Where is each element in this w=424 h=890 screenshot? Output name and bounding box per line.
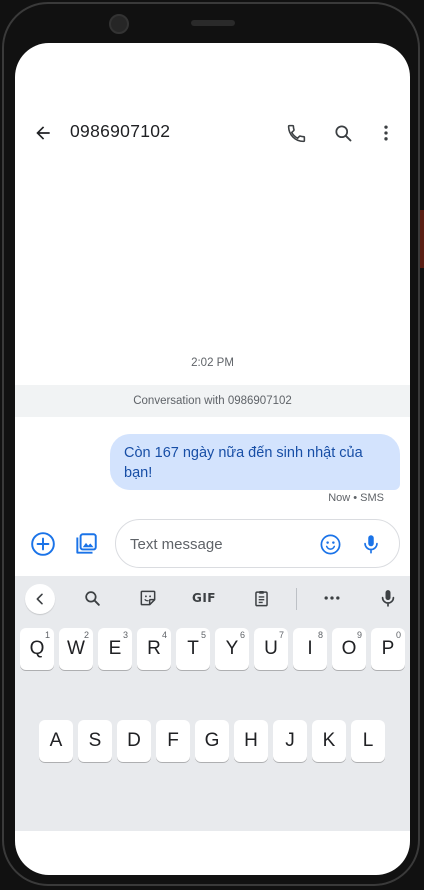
- gallery-icon: [76, 533, 97, 554]
- on-screen-keyboard: GIF Q1 W2 E3 R4 T5 Y6 U7 I8 O 9 P 0 A S …: [15, 576, 410, 831]
- search-button[interactable]: [323, 113, 363, 153]
- key-hint: 8: [317, 630, 323, 640]
- key-q[interactable]: Q1: [20, 628, 54, 670]
- key-l[interactable]: L: [351, 720, 385, 762]
- key-hint: 7: [278, 630, 284, 640]
- key-label: L: [362, 730, 374, 751]
- key-d[interactable]: D: [117, 720, 151, 762]
- toolbar-divider: [296, 588, 297, 610]
- key-k[interactable]: K: [312, 720, 346, 762]
- key-hint: 1: [44, 630, 50, 640]
- key-f[interactable]: F: [156, 720, 190, 762]
- key-j[interactable]: J: [273, 720, 307, 762]
- key-y[interactable]: Y6: [215, 628, 249, 670]
- key-label: A: [49, 730, 63, 751]
- side-button: [420, 210, 424, 268]
- message-bubble[interactable]: Còn 167 ngày nữa đến sinh nhật của bạn!: [110, 434, 400, 490]
- clipboard-icon: [254, 590, 268, 606]
- more-horiz-icon: [324, 596, 340, 600]
- attach-button[interactable]: [27, 528, 59, 560]
- key-label: P: [381, 638, 395, 659]
- keyboard-more-button[interactable]: [317, 584, 347, 612]
- phone-frame: 0986907102 2:02 PM Conversation with 098…: [0, 0, 424, 890]
- gallery-button[interactable]: [70, 528, 102, 560]
- key-label: T: [187, 638, 199, 659]
- screen: 0986907102 2:02 PM Conversation with 098…: [15, 43, 410, 875]
- key-label: S: [88, 730, 102, 751]
- conversation-banner-text: Conversation with 0986907102: [133, 395, 292, 407]
- key-r[interactable]: R4: [137, 628, 171, 670]
- key-hint: 5: [200, 630, 206, 640]
- key-hint: 9: [356, 630, 362, 640]
- keyboard-search-button[interactable]: [77, 584, 107, 612]
- search-icon: [84, 590, 100, 606]
- voice-input-button[interactable]: [356, 529, 386, 559]
- chevron-left-icon: [36, 593, 43, 605]
- key-hint: 3: [122, 630, 128, 640]
- key-hint: 0: [395, 630, 401, 640]
- key-s[interactable]: S: [78, 720, 112, 762]
- sticker-button[interactable]: [133, 584, 163, 612]
- phone-icon: [287, 124, 305, 142]
- key-e[interactable]: E3: [98, 628, 132, 670]
- key-h[interactable]: H: [234, 720, 268, 762]
- sticker-icon: [140, 590, 156, 606]
- back-button[interactable]: [23, 113, 63, 153]
- keyboard-toolbar: GIF: [15, 576, 410, 620]
- more-vert-icon: [384, 125, 388, 141]
- key-hint: 6: [239, 630, 245, 640]
- keyboard-back-button[interactable]: [25, 584, 55, 614]
- earpiece-speaker: [191, 20, 235, 26]
- search-icon: [334, 124, 351, 141]
- microphone-icon: [364, 535, 378, 554]
- key-a[interactable]: A: [39, 720, 73, 762]
- key-i[interactable]: I8: [293, 628, 327, 670]
- clipboard-button[interactable]: [246, 584, 276, 612]
- app-bar: 0986907102: [15, 113, 410, 153]
- key-o[interactable]: O9: [332, 628, 366, 670]
- key-label: F: [167, 730, 179, 751]
- key-label: W: [67, 638, 85, 659]
- more-options-button[interactable]: [366, 113, 406, 153]
- keyboard-voice-button[interactable]: [373, 584, 403, 612]
- key-label: E: [108, 638, 122, 659]
- key-label: G: [204, 730, 220, 751]
- message-input[interactable]: [130, 532, 300, 556]
- key-p[interactable]: P0: [371, 628, 405, 670]
- emoji-button[interactable]: [315, 529, 345, 559]
- key-label: U: [264, 638, 278, 659]
- contact-title: 0986907102: [70, 121, 171, 141]
- message-timestamp: 2:02 PM: [191, 357, 234, 369]
- conversation-banner: Conversation with 0986907102: [15, 385, 410, 417]
- message-status: Now • SMS: [328, 492, 384, 504]
- key-label: I: [307, 638, 313, 659]
- key-t[interactable]: T5: [176, 628, 210, 670]
- emoji-icon: [320, 534, 340, 554]
- key-hint: 4: [161, 630, 167, 640]
- key-g[interactable]: G: [195, 720, 229, 762]
- key-u[interactable]: U7: [254, 628, 288, 670]
- call-button[interactable]: [276, 113, 316, 153]
- key-label: H: [244, 730, 258, 751]
- key-w[interactable]: W2: [59, 628, 93, 670]
- key-label: J: [285, 730, 295, 751]
- key-label: K: [322, 730, 336, 751]
- message-text: Còn 167 ngày nữa đến sinh nhật của bạn!: [124, 445, 363, 481]
- key-label: Y: [225, 638, 239, 659]
- key-label: D: [127, 730, 141, 751]
- gif-label: GIF: [191, 591, 216, 605]
- key-hint: 2: [83, 630, 89, 640]
- key-label: O: [341, 638, 357, 659]
- key-label: R: [147, 638, 161, 659]
- microphone-icon: [381, 590, 395, 607]
- arrow-back-icon: [36, 126, 50, 140]
- compose-field[interactable]: [115, 519, 400, 568]
- key-label: Q: [29, 638, 45, 659]
- gif-button[interactable]: GIF: [189, 584, 219, 612]
- add-circle-icon: [31, 532, 55, 556]
- front-camera: [109, 14, 129, 34]
